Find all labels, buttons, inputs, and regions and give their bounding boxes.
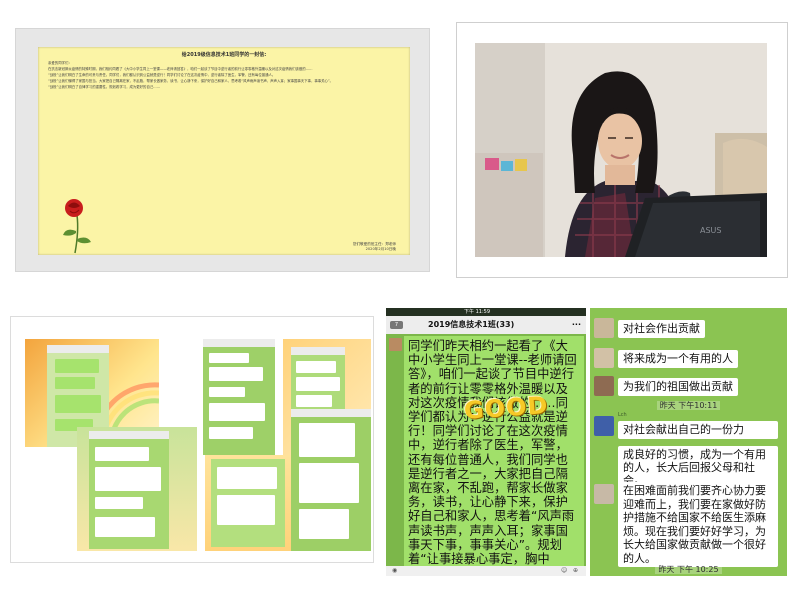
list-item: 对社会作出贡献 (590, 312, 787, 340)
svg-text:ASUS: ASUS (700, 226, 721, 235)
photo-panel: ASUS (456, 22, 788, 278)
list-item: 为我们的祖国做出贡献 (590, 372, 787, 400)
back-unread-badge[interactable]: 7 (390, 321, 403, 329)
letter-paragraph: “战役”让我们明白了自律学习的重要性。规划着学习，成为更好的自己…… (48, 85, 161, 89)
letter-sign-date: 2020年2月10日晚 (365, 247, 396, 251)
chat-screenshot-5 (205, 455, 291, 551)
letter-body: 亲爱的同学们： 在抗击新冠肺炎疫情的特殊时期，我们相约同看了《大中小学生同上一堂… (48, 61, 402, 237)
chat-screenshot-6 (291, 409, 371, 551)
chat-collage-panel (10, 316, 374, 563)
add-icon[interactable]: ⊕ (573, 567, 578, 574)
timestamp: 昨天 下午10:11 (590, 400, 787, 411)
chat-message: 在困难面前我们要齐心协力要迎难而上，我们要在家做好防护措施不给国家不给医生添麻烦… (618, 482, 778, 567)
list-item: Lch 对社会献出自己的一份力 (590, 412, 787, 446)
chat-screenshot-2 (203, 339, 275, 455)
list-item: 成良好的习惯，成为一个有用的人，长大后回报父母和社会。 (590, 446, 787, 489)
list-item: 在困难面前我们要齐心协力要迎难而上，我们要在家做好防护措施不给国家不给医生添麻烦… (590, 482, 787, 567)
avatar[interactable] (594, 348, 614, 368)
letter-signature: 您们敬爱的班主任：郑老师 2020年2月10日晚 (353, 242, 396, 252)
chat-screenshot-4 (77, 427, 197, 551)
chat-message: 对社会献出自己的一份力 (618, 421, 778, 439)
message-bubble: 同学们昨天相约一起看了《大中小学生同上一堂课--老师请回答》，咱们一起谈了节目中… (404, 336, 584, 568)
teacher-photo: ASUS (475, 43, 767, 257)
avatar[interactable] (594, 376, 614, 396)
chat-message: 为我们的祖国做出贡献 (618, 378, 738, 396)
letter-panel: 给2019级信息技术1班同学的一封信: 亲爱的同学们： 在抗击新冠肺炎疫情的特殊… (15, 28, 430, 272)
chat-message: 对社会作出贡献 (618, 320, 705, 338)
more-icon[interactable]: ··· (572, 316, 581, 334)
group-chat-panel: 下午 11:59 7 2019信息技术1班(33) ··· 同学们昨天相约一起看… (386, 308, 586, 576)
voice-icon[interactable]: ◉ (392, 567, 397, 574)
avatar[interactable] (594, 318, 614, 338)
emoji-icon[interactable]: ☺ (561, 567, 567, 574)
letter-paper: 给2019级信息技术1班同学的一封信: 亲爱的同学们： 在抗击新冠肺炎疫情的特殊… (38, 47, 410, 255)
chat-header: 7 2019信息技术1班(33) ··· (386, 316, 586, 334)
chat-message: 将来成为一个有用的人 (618, 350, 738, 368)
letter-greeting: 亲爱的同学们： (48, 61, 72, 65)
avatar[interactable] (389, 338, 402, 351)
letter-title: 给2019级信息技术1班同学的一封信: (181, 52, 267, 58)
list-item: 将来成为一个有用的人 (590, 344, 787, 372)
rose-icon (63, 199, 91, 254)
good-sticker: GOOD (463, 391, 550, 425)
avatar[interactable] (594, 484, 614, 504)
letter-paragraph: “战役”让我们明白了生命的可贵与责任。同学们，我们都认识到公益就是逆行！同学们讨… (48, 73, 276, 77)
letter-paragraph: “战役”让我们懂得了家国与担当。大家把自己隔离在家，不乱跑，帮家长做家务，读书，… (48, 79, 334, 83)
sender-name: Lch (618, 412, 627, 418)
letter-paragraph: 在抗击新冠肺炎疫情的特殊时期，我们相约同看了《大中小学生同上一堂课——老师请回答… (48, 67, 313, 71)
avatar[interactable] (594, 416, 614, 436)
status-time: 下午 11:59 (464, 309, 490, 315)
reply-chat-panel: 对社会作出贡献 将来成为一个有用的人 为我们的祖国做出贡献 昨天 下午10:11… (590, 308, 787, 576)
status-bar: 下午 11:59 (386, 308, 586, 316)
teacher-photo-image: ASUS (475, 43, 767, 257)
timestamp: 昨天 下午 10:25 (590, 564, 787, 575)
input-bar: ◉ ☺ ⊕ (386, 566, 586, 576)
group-title: 2019信息技术1班(33) (428, 320, 515, 329)
